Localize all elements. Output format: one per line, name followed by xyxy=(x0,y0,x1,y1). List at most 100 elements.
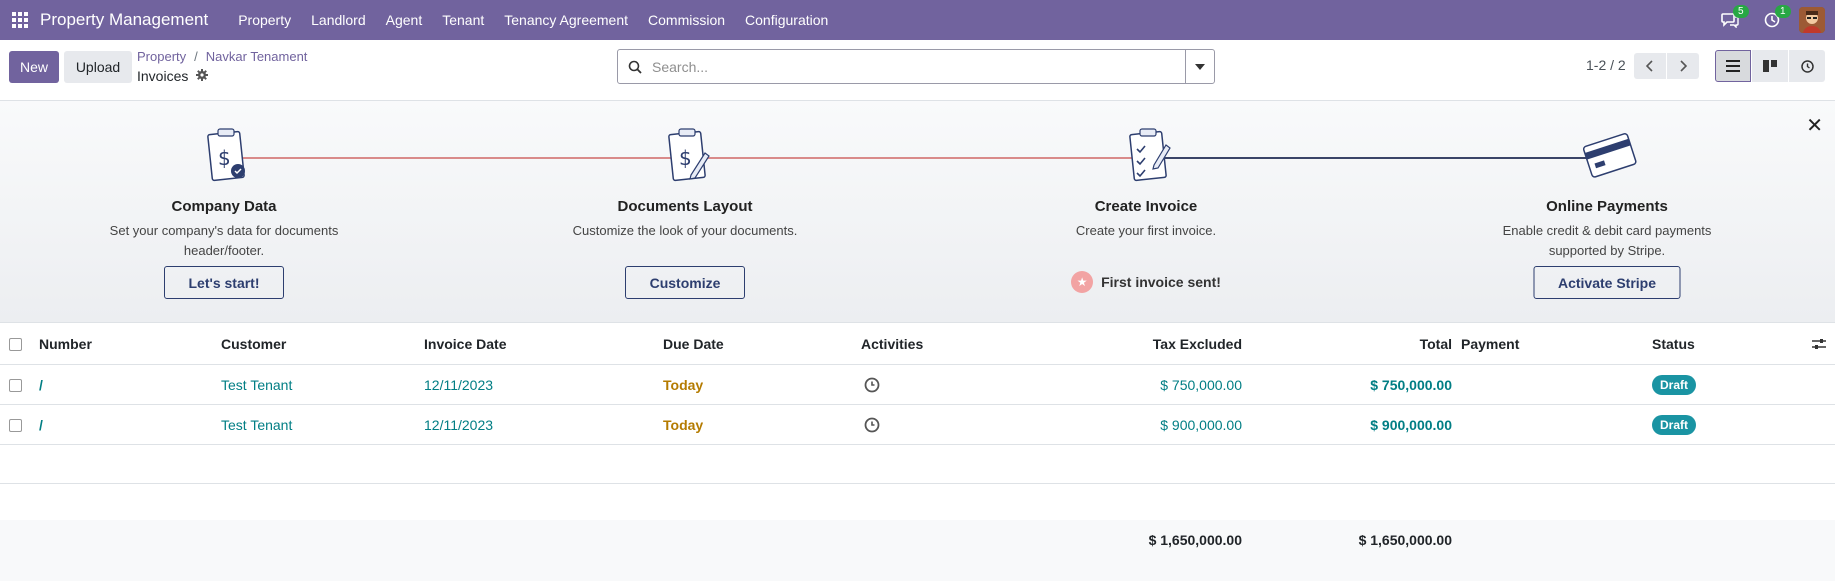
close-icon[interactable]: ✕ xyxy=(1806,113,1823,138)
row-checkbox[interactable] xyxy=(9,378,22,392)
cell-customer[interactable]: Test Tenant xyxy=(221,405,292,445)
cell-due-date: Today xyxy=(663,417,704,433)
pager-previous-button[interactable] xyxy=(1634,53,1666,79)
cell-total: $ 750,000.00 xyxy=(1370,377,1452,393)
cell-tax-excluded: $ 900,000.00 xyxy=(1160,417,1242,433)
table-row[interactable]: / Test Tenant 12/11/2023 Today $ 750,000… xyxy=(0,365,1835,405)
breadcrumb-item-property[interactable]: Property xyxy=(137,49,186,64)
total-amount: $ 1,650,000.00 xyxy=(1358,532,1452,548)
svg-text:$: $ xyxy=(218,146,231,170)
caret-down-icon xyxy=(1195,63,1205,70)
messages-count-badge: 5 xyxy=(1733,5,1749,18)
search-input[interactable] xyxy=(652,58,1185,75)
breadcrumb: Property / Navkar Tenament xyxy=(137,49,307,64)
column-header-number[interactable]: Number xyxy=(39,323,92,365)
column-header-total[interactable]: Total xyxy=(1300,323,1452,365)
step-title: Online Payments xyxy=(1546,198,1668,215)
page-title: Invoices xyxy=(137,68,209,84)
activity-clock-icon[interactable] xyxy=(864,405,880,445)
column-header-invoice-date[interactable]: Invoice Date xyxy=(424,323,506,365)
breadcrumb-separator: / xyxy=(194,49,198,64)
column-header-customer[interactable]: Customer xyxy=(221,323,286,365)
table-header: Number Customer Invoice Date Due Date Ac… xyxy=(0,323,1835,365)
clipboard-pencil-icon: $ xyxy=(665,125,713,187)
column-header-activities[interactable]: Activities xyxy=(861,323,923,365)
cell-tax-excluded: $ 750,000.00 xyxy=(1160,377,1242,393)
activity-clock-icon[interactable] xyxy=(864,365,880,405)
kanban-view-button[interactable] xyxy=(1752,50,1788,82)
select-all-checkbox[interactable] xyxy=(9,337,22,351)
view-switcher xyxy=(1715,50,1826,82)
breadcrumb-item-navkar-tenament[interactable]: Navkar Tenament xyxy=(206,49,308,64)
activity-view-button[interactable] xyxy=(1789,50,1825,82)
step-description: Enable credit & debit card payments supp… xyxy=(1502,223,1712,258)
messages-button[interactable]: 5 xyxy=(1709,0,1751,40)
menu-item-tenancy-agreement[interactable]: Tenancy Agreement xyxy=(494,12,638,28)
cell-customer[interactable]: Test Tenant xyxy=(221,365,292,405)
menu-item-tenant[interactable]: Tenant xyxy=(432,12,494,28)
pager-buttons xyxy=(1634,53,1699,79)
activities-count-badge: 1 xyxy=(1775,5,1791,18)
list-view-button[interactable] xyxy=(1715,50,1751,82)
progress-line-todo xyxy=(1148,157,1588,159)
step-title: Documents Layout xyxy=(617,198,753,215)
search-bar xyxy=(617,49,1215,84)
list-icon xyxy=(1726,60,1740,72)
menu-item-property[interactable]: Property xyxy=(228,12,301,28)
apps-menu-icon[interactable] xyxy=(0,0,40,40)
optional-columns-toggle[interactable] xyxy=(1812,323,1826,365)
status-badge: Draft xyxy=(1652,375,1697,395)
cell-invoice-date[interactable]: 12/11/2023 xyxy=(424,365,493,405)
pager-value[interactable]: 1-2 / 2 xyxy=(1586,57,1626,73)
totals-row: $ 1,650,000.00 $ 1,650,000.00 xyxy=(0,520,1835,581)
onboarding-panel: ✕ $ Company Data Set your company's data… xyxy=(0,101,1835,323)
menu-item-configuration[interactable]: Configuration xyxy=(735,12,838,28)
customize-button[interactable]: Customize xyxy=(625,266,745,299)
gear-icon[interactable] xyxy=(196,68,209,84)
pager-next-button[interactable] xyxy=(1667,53,1699,79)
clock-icon xyxy=(1800,59,1814,73)
page-title-text: Invoices xyxy=(137,68,189,84)
status-badge: Draft xyxy=(1652,415,1697,435)
step-title: Create Invoice xyxy=(1094,198,1198,215)
svg-text:$: $ xyxy=(679,146,692,170)
search-options-toggle[interactable] xyxy=(1185,50,1214,83)
empty-row xyxy=(0,445,1835,484)
step-title: Company Data xyxy=(171,198,277,215)
lets-start-button[interactable]: Let's start! xyxy=(164,266,284,299)
search-icon xyxy=(618,60,652,74)
star-icon: ★ xyxy=(1071,271,1094,293)
kanban-icon xyxy=(1763,60,1777,72)
user-avatar[interactable] xyxy=(1799,7,1825,33)
row-checkbox[interactable] xyxy=(9,418,22,432)
chevron-left-icon xyxy=(1646,60,1653,72)
menu-item-landlord[interactable]: Landlord xyxy=(301,12,376,28)
upload-button[interactable]: Upload xyxy=(64,51,132,83)
menu-item-agent[interactable]: Agent xyxy=(376,12,433,28)
step-done-label: First invoice sent! xyxy=(1101,274,1221,290)
empty-row xyxy=(0,484,1835,522)
app-brand[interactable]: Property Management xyxy=(40,10,208,30)
total-tax-excluded: $ 1,650,000.00 xyxy=(1148,532,1242,548)
control-panel: New Upload Property / Navkar Tenament In… xyxy=(0,40,1835,101)
chevron-right-icon xyxy=(1680,60,1687,72)
column-header-payment[interactable]: Payment xyxy=(1461,323,1519,365)
clipboard-dollar-icon: $ xyxy=(204,125,252,187)
activities-button[interactable]: 1 xyxy=(1751,0,1793,40)
cell-due-date: Today xyxy=(663,377,704,393)
table-row[interactable]: / Test Tenant 12/11/2023 Today $ 900,000… xyxy=(0,405,1835,445)
new-button[interactable]: New xyxy=(9,51,59,83)
menu-item-commission[interactable]: Commission xyxy=(638,12,735,28)
top-navbar: Property Management Property Landlord Ag… xyxy=(0,0,1835,40)
cell-invoice-date[interactable]: 12/11/2023 xyxy=(424,405,493,445)
cell-total: $ 900,000.00 xyxy=(1370,417,1452,433)
column-header-status[interactable]: Status xyxy=(1652,323,1695,365)
cell-number[interactable]: / xyxy=(39,405,43,445)
column-header-tax-excluded[interactable]: Tax Excluded xyxy=(1100,323,1242,365)
activate-stripe-button[interactable]: Activate Stripe xyxy=(1533,266,1681,299)
step-description: Customize the look of your documents. xyxy=(572,223,798,238)
cell-number[interactable]: / xyxy=(39,365,43,405)
step-description: Set your company's data for documents he… xyxy=(109,223,339,258)
column-header-due-date[interactable]: Due Date xyxy=(663,323,724,365)
clipboard-checklist-icon xyxy=(1126,125,1174,187)
